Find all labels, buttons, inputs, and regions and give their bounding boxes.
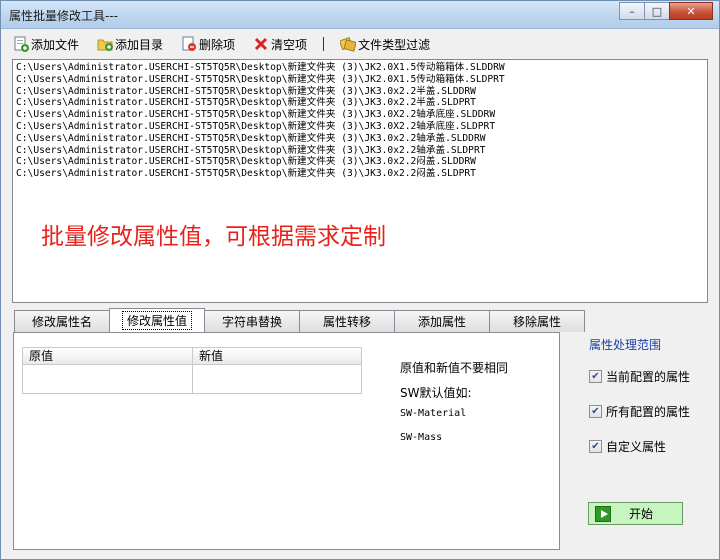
checkmark-icon[interactable]: ✔	[589, 370, 602, 383]
checkbox-all-configs[interactable]: ✔ 所有配置的属性	[589, 403, 690, 420]
add-file-icon	[13, 36, 29, 52]
tab-panel-modify-value: 原值 新值 原值和新值不要相同 SW默认值如: SW-Material SW-M…	[13, 332, 560, 550]
add-file-button[interactable]: 添加文件	[9, 34, 83, 54]
list-item[interactable]: C:\Users\Administrator.USERCHI-ST5TQ5R\D…	[16, 109, 704, 121]
column-header-old-value[interactable]: 原值	[23, 348, 193, 364]
list-item[interactable]: C:\Users\Administrator.USERCHI-ST5TQ5R\D…	[16, 133, 704, 145]
tab-modify-value[interactable]: 修改属性值	[109, 308, 205, 332]
tab-rename-attribute[interactable]: 修改属性名	[14, 310, 110, 332]
add-folder-icon	[97, 36, 114, 52]
grid-header: 原值 新值	[23, 348, 361, 365]
tab-label: 属性转移	[322, 315, 371, 329]
list-item[interactable]: C:\Users\Administrator.USERCHI-ST5TQ5R\D…	[16, 121, 704, 133]
add-directory-button[interactable]: 添加目录	[93, 34, 167, 54]
note-values-differ: 原值和新值不要相同	[400, 361, 509, 375]
add-file-label: 添加文件	[31, 37, 80, 52]
window-title: 属性批量修改工具---	[9, 9, 118, 23]
file-type-filter-button[interactable]: 文件类型过滤	[336, 34, 434, 54]
value-grid: 原值 新值	[22, 347, 362, 394]
list-item[interactable]: C:\Users\Administrator.USERCHI-ST5TQ5R\D…	[16, 168, 704, 180]
note-example-material: SW-Material	[400, 408, 467, 419]
tab-label: 字符串替换	[221, 315, 282, 329]
old-value-cell[interactable]	[23, 365, 193, 393]
tab-label: 修改属性名	[31, 315, 92, 329]
list-item[interactable]: C:\Users\Administrator.USERCHI-ST5TQ5R\D…	[16, 74, 704, 86]
checkbox-current-config[interactable]: ✔ 当前配置的属性	[589, 368, 690, 385]
note-default-label: SW默认值如:	[400, 386, 472, 400]
play-icon	[595, 505, 611, 522]
promo-overlay-text: 批量修改属性值，可根据需求定制	[41, 224, 386, 250]
tab-remove-attribute[interactable]: 移除属性	[489, 310, 585, 332]
file-list[interactable]: C:\Users\Administrator.USERCHI-ST5TQ5R\D…	[12, 59, 708, 303]
toolbar: 添加文件 添加目录 删除项 清空项 文件类型过滤	[9, 33, 444, 55]
delete-item-label: 删除项	[199, 37, 236, 52]
tab-label: 移除属性	[512, 315, 561, 329]
delete-file-icon	[181, 36, 197, 52]
clear-items-label: 清空项	[271, 37, 308, 52]
main-window: 属性批量修改工具--- – □ ✕ 添加文件 添加目录 删除项 清空项 文件类型…	[0, 0, 720, 560]
start-button[interactable]: 开始	[588, 502, 683, 525]
table-row[interactable]	[23, 365, 361, 393]
tab-label: 添加属性	[417, 315, 466, 329]
range-title: 属性处理范围	[589, 338, 662, 352]
close-button[interactable]: ✕	[669, 2, 713, 20]
toolbar-separator	[323, 37, 325, 51]
tab-label: 修改属性值	[121, 311, 192, 330]
red-x-icon	[253, 36, 269, 52]
delete-item-button[interactable]: 删除项	[177, 34, 239, 54]
list-item[interactable]: C:\Users\Administrator.USERCHI-ST5TQ5R\D…	[16, 97, 704, 109]
checkbox-custom-attributes[interactable]: ✔ 自定义属性	[589, 438, 666, 455]
list-item[interactable]: C:\Users\Administrator.USERCHI-ST5TQ5R\D…	[16, 86, 704, 98]
list-item[interactable]: C:\Users\Administrator.USERCHI-ST5TQ5R\D…	[16, 62, 704, 74]
tab-strip: 修改属性名 修改属性值 字符串替换 属性转移 添加属性 移除属性	[14, 308, 585, 332]
tab-add-attribute[interactable]: 添加属性	[394, 310, 490, 332]
note-example-mass: SW-Mass	[400, 432, 443, 443]
clear-items-button[interactable]: 清空项	[249, 34, 311, 54]
checkbox-label: 当前配置的属性	[606, 370, 691, 384]
checkbox-label: 自定义属性	[606, 440, 667, 454]
title-bar[interactable]: 属性批量修改工具--- – □ ✕	[1, 1, 719, 29]
list-item[interactable]: C:\Users\Administrator.USERCHI-ST5TQ5R\D…	[16, 156, 704, 168]
maximize-button[interactable]: □	[644, 2, 670, 20]
checkmark-icon[interactable]: ✔	[589, 405, 602, 418]
column-header-new-value[interactable]: 新值	[193, 348, 223, 364]
add-directory-label: 添加目录	[115, 37, 164, 52]
tab-string-replace[interactable]: 字符串替换	[204, 310, 300, 332]
window-controls: – □ ✕	[619, 2, 713, 20]
file-type-filter-label: 文件类型过滤	[358, 37, 431, 52]
tab-attribute-transfer[interactable]: 属性转移	[299, 310, 395, 332]
checkbox-label: 所有配置的属性	[606, 405, 691, 419]
checkmark-icon[interactable]: ✔	[589, 440, 602, 453]
list-item[interactable]: C:\Users\Administrator.USERCHI-ST5TQ5R\D…	[16, 145, 704, 157]
start-label: 开始	[629, 507, 654, 521]
filter-icon	[339, 36, 357, 52]
minimize-button[interactable]: –	[619, 2, 645, 20]
